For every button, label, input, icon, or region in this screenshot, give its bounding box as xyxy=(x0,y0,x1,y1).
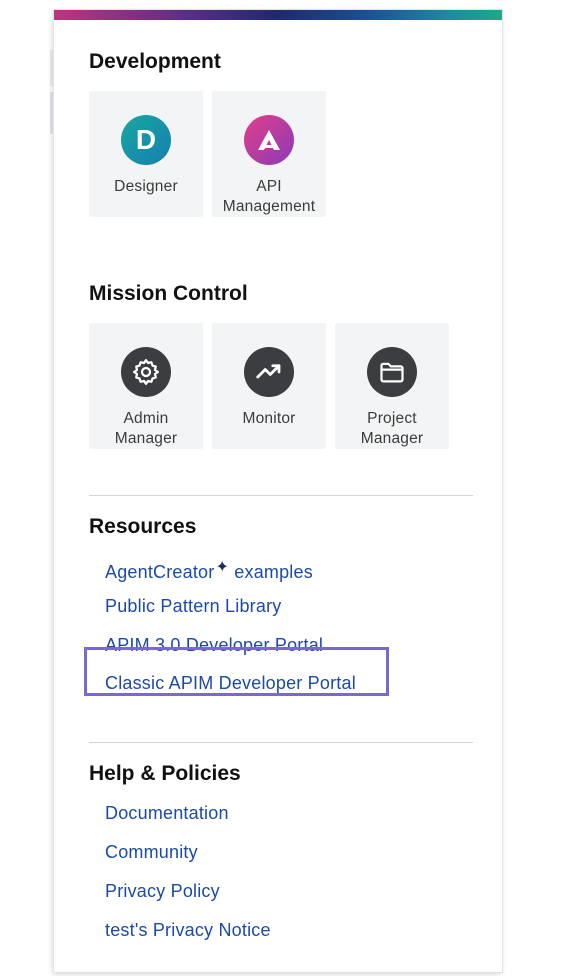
section-title-development: Development xyxy=(89,50,221,73)
link-label-suffix: examples xyxy=(229,562,313,582)
divider xyxy=(89,495,473,496)
api-a-glyph xyxy=(258,130,280,150)
sparkle-icon: ✦ xyxy=(215,559,230,576)
tile-label: API Management xyxy=(222,178,316,215)
link-privacy-policy[interactable]: Privacy Policy xyxy=(105,881,220,902)
tile-designer[interactable]: D Designer xyxy=(89,91,203,217)
link-community[interactable]: Community xyxy=(105,842,198,863)
link-documentation[interactable]: Documentation xyxy=(105,803,229,824)
tile-admin-manager[interactable]: Admin Manager xyxy=(89,323,203,449)
tile-monitor[interactable]: Monitor xyxy=(212,323,326,449)
link-label: AgentCreator xyxy=(105,562,215,582)
link-public-pattern-library[interactable]: Public Pattern Library xyxy=(105,596,281,617)
app-switcher-panel: Development D Designer API Management Mi… xyxy=(54,10,502,972)
tile-label: Project Manager xyxy=(360,410,424,447)
designer-logo-glyph: D xyxy=(135,124,157,155)
gear-icon xyxy=(121,347,171,397)
tile-label: Admin Manager xyxy=(114,410,178,447)
development-tiles: D Designer API Management xyxy=(89,91,326,217)
designer-logo-icon: D xyxy=(121,115,171,165)
tile-label: Monitor xyxy=(242,410,296,427)
folder-icon xyxy=(367,347,417,397)
link-privacy-notice[interactable]: test's Privacy Notice xyxy=(105,920,271,941)
tile-project-manager[interactable]: Project Manager xyxy=(335,323,449,449)
brand-gradient-bar xyxy=(54,10,502,20)
divider xyxy=(89,742,473,743)
mission-control-tiles: Admin Manager Monitor Project Manager xyxy=(89,323,449,449)
trend-up-icon xyxy=(244,347,294,397)
section-title-help-policies: Help & Policies xyxy=(89,762,241,785)
tile-label: Designer xyxy=(114,178,178,195)
link-agentcreator-examples[interactable]: AgentCreator✦ examples xyxy=(105,557,313,583)
page: Development D Designer API Management Mi… xyxy=(0,0,576,976)
tile-api-management[interactable]: API Management xyxy=(212,91,326,217)
section-title-resources: Resources xyxy=(89,515,197,538)
highlight-box xyxy=(84,647,389,696)
section-title-mission-control: Mission Control xyxy=(89,282,248,305)
api-management-logo-icon xyxy=(244,115,294,165)
